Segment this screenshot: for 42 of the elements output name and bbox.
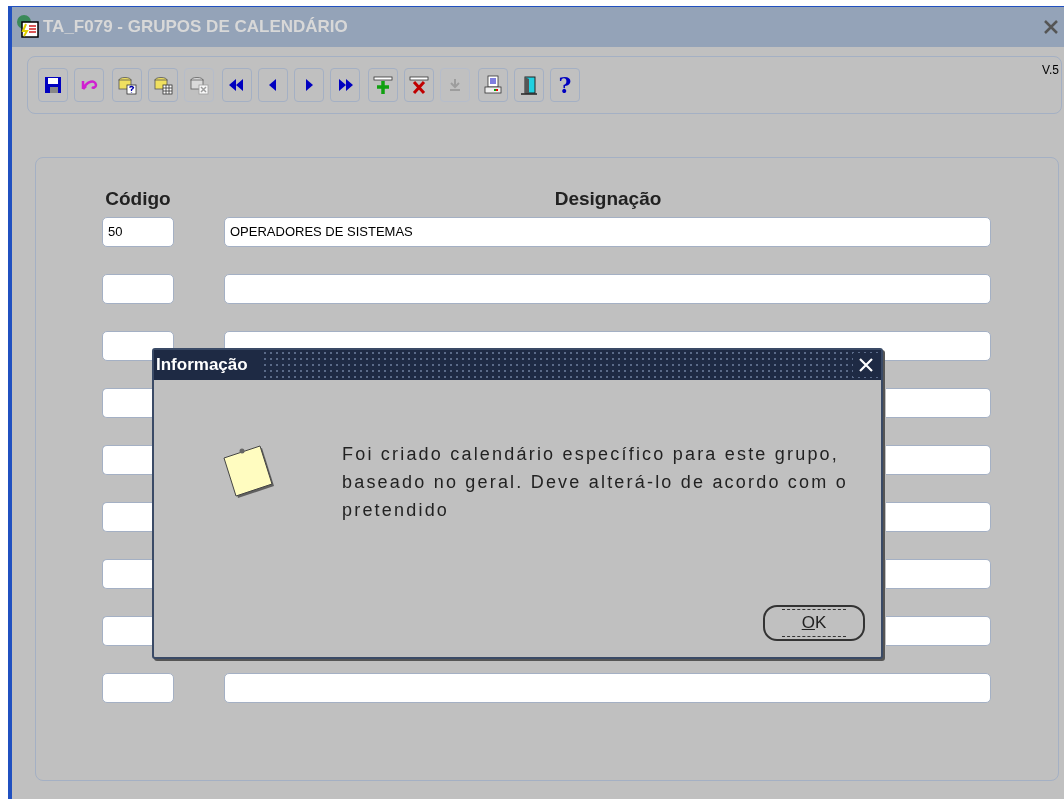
toolbar-button[interactable]: ?: [550, 68, 580, 102]
close-icon: [1043, 19, 1059, 35]
designation-field[interactable]: [886, 444, 991, 475]
door-icon: [519, 75, 539, 95]
designation-field[interactable]: [886, 558, 991, 589]
database-query-icon: [117, 75, 137, 95]
help-icon: ?: [558, 74, 572, 96]
version-label: V.5: [1042, 62, 1059, 79]
app-icon: [14, 14, 40, 40]
designation-field[interactable]: [886, 501, 991, 532]
designation-field[interactable]: [224, 273, 991, 304]
add-record-icon: [373, 75, 393, 95]
designation-field[interactable]: [886, 387, 991, 418]
toolbar-button[interactable]: [222, 68, 252, 102]
printer-icon: [483, 75, 503, 95]
dialog-title: Informação: [156, 352, 260, 378]
code-field[interactable]: [102, 615, 152, 646]
designation-field[interactable]: [224, 672, 991, 703]
code-field[interactable]: [102, 387, 152, 418]
dialog-close-button[interactable]: [853, 353, 879, 377]
column-header: Código: [104, 187, 172, 211]
database-table-icon: [153, 75, 173, 95]
close-icon: [858, 357, 874, 373]
designation-field[interactable]: OPERADORES DE SISTEMAS: [224, 216, 991, 247]
toolbar-button[interactable]: [330, 68, 360, 102]
toolbar-button[interactable]: [294, 68, 324, 102]
code-field[interactable]: [102, 273, 174, 304]
database-clear-icon: [189, 75, 209, 95]
code-field[interactable]: 50: [102, 216, 174, 247]
code-field[interactable]: [102, 672, 174, 703]
toolbar-button[interactable]: [258, 68, 288, 102]
code-field[interactable]: [102, 501, 152, 532]
ok-button[interactable]: OK: [763, 605, 865, 641]
toolbar-button[interactable]: [38, 68, 68, 102]
window-title: TA_F079 - GRUPOS DE CALENDÁRIO: [43, 16, 348, 39]
toolbar-button[interactable]: [514, 68, 544, 102]
designation-field[interactable]: [886, 615, 991, 646]
delete-record-icon: [409, 75, 429, 95]
code-field[interactable]: [102, 558, 152, 589]
dialog-message: Foi criado calendário específico para este grupo, baseado no geral. Deve alterá-lo de acordo com o pretendido: [342, 443, 849, 522]
column-header: Designação: [553, 187, 663, 211]
code-field[interactable]: [102, 444, 152, 475]
